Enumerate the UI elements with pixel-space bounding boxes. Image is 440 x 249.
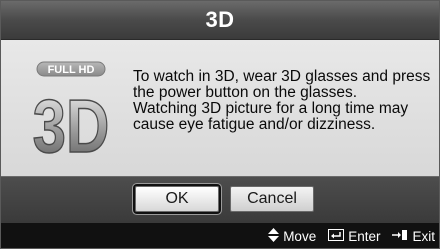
ok-button[interactable]: OK (135, 186, 219, 212)
help-exit-label: Exit (412, 229, 435, 244)
help-move-label: Move (283, 229, 317, 244)
dialog-body: FULL HD 3D To watch in 3D, wear 3D glass… (1, 40, 439, 176)
exit-icon (392, 229, 408, 244)
dialog-message: To watch in 3D, wear 3D glasses and pres… (133, 69, 435, 133)
help-enter-label: Enter (348, 229, 381, 244)
message-line-2: Watching 3D picture for a long time may … (133, 100, 409, 133)
cancel-button[interactable]: Cancel (230, 186, 314, 212)
enter-icon (328, 229, 345, 244)
dialog-button-bar: OK Cancel (1, 176, 439, 223)
up-down-arrows-icon (268, 228, 280, 245)
help-bar: Move Enter Exit (1, 223, 439, 248)
logo-badge-text: FULL HD (48, 64, 95, 76)
help-enter: Enter (328, 229, 380, 244)
dialog-title: 3D (205, 7, 235, 32)
help-exit: Exit (392, 229, 435, 244)
3d-dialog: 3D FULL HD 3D To watch in 3D, wear 3D gl… (0, 0, 440, 249)
message-line-1: To watch in 3D, wear 3D glasses and pres… (133, 68, 431, 101)
full-hd-3d-logo: FULL HD 3D (32, 61, 110, 168)
logo-3d-mark: 3D (33, 86, 110, 168)
dialog-titlebar: 3D (1, 1, 439, 40)
help-move: Move (268, 228, 316, 245)
